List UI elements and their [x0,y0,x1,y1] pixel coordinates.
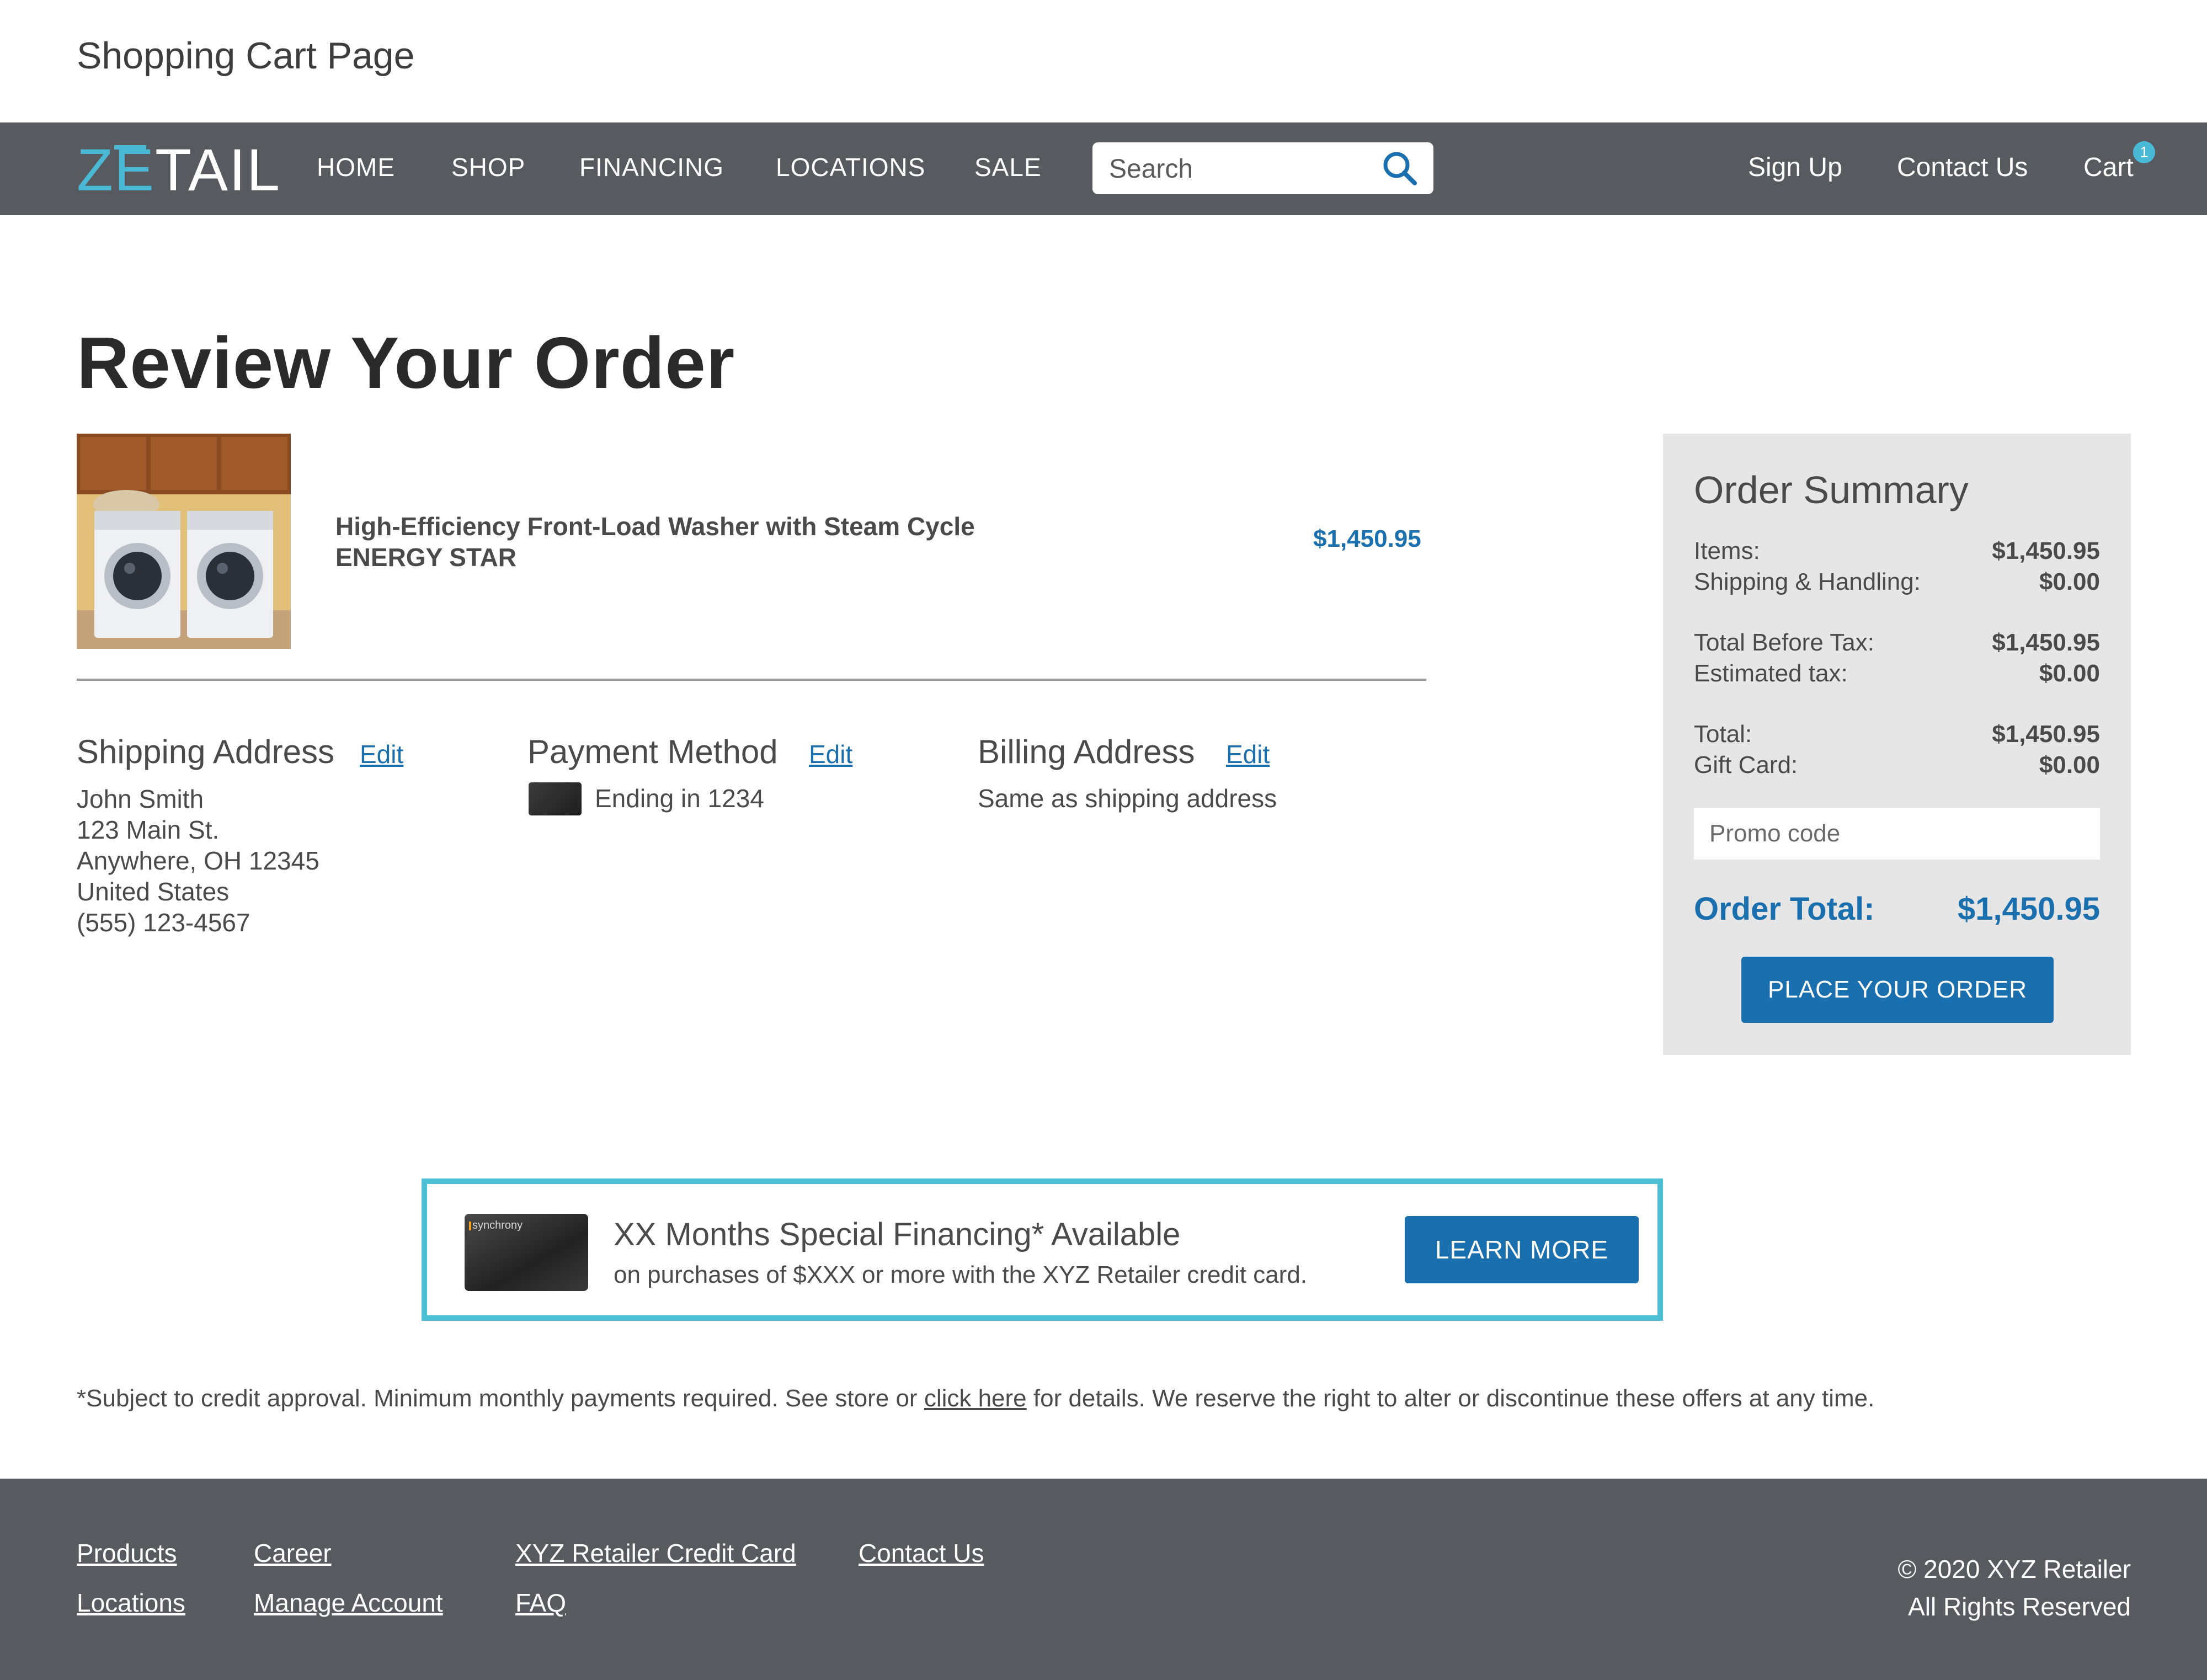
copyright-line1: © 2020 XYZ Retailer [1897,1555,2131,1583]
footer-link-faq[interactable]: FAQ [515,1588,566,1618]
page-label: Shopping Cart Page [77,35,415,77]
summary-row-items: Items: $1,450.95 [1694,537,2100,565]
cart-link[interactable]: Cart [2083,152,2134,183]
summary-value: $0.00 [2039,660,2100,687]
summary-value: $1,450.95 [1992,629,2100,656]
financing-subtitle: on purchases of $XXX or more with the XY… [614,1261,1308,1288]
synchrony-logo-icon [469,1222,471,1230]
summary-value: $1,450.95 [1992,537,2100,564]
summary-label: Total: [1694,721,1752,748]
product-name[interactable]: High-Efficiency Front-Load Washer with S… [335,511,975,573]
footer [0,1479,2207,1680]
page-title: Review Your Order [77,322,735,403]
search-icon[interactable] [1380,149,1419,188]
address-country: United States [77,877,230,906]
address-city: Anywhere, OH 12345 [77,846,319,875]
click-here-link[interactable]: click here [924,1385,1027,1412]
summary-label: Shipping & Handling: [1694,568,1921,595]
payment-edit-link[interactable]: Edit [809,739,852,769]
nav-home[interactable]: HOME [317,152,395,182]
shipping-address-title: Shipping Address [77,733,334,770]
copyright-line2: All Rights Reserved [1908,1592,2131,1621]
footer-link-contact-us[interactable]: Contact Us [859,1538,984,1568]
financing-banner: synchrony XX Months Special Financing* A… [422,1178,1663,1321]
credit-disclaimer: *Subject to credit approval. Minimum mon… [77,1385,1874,1412]
card-brand: synchrony [472,1219,523,1231]
order-total: Order Total: $1,450.95 [1694,890,2100,927]
footer-link-manage-account[interactable]: Manage Account [254,1588,443,1618]
learn-more-button[interactable]: LEARN MORE [1405,1216,1639,1283]
summary-value: $1,450.95 [1992,721,2100,748]
shipping-edit-link[interactable]: Edit [360,739,403,769]
cart-count-badge: 1 [2133,141,2155,163]
nav-sale[interactable]: SALE [974,152,1042,182]
summary-row-estimated-tax: Estimated tax: $0.00 [1694,660,2100,687]
footer-link-products[interactable]: Products [77,1538,177,1568]
search-input[interactable] [1108,142,1364,195]
summary-row-total: Total: $1,450.95 [1694,721,2100,748]
logo-part2: TAIL [155,136,281,203]
promo-code-input[interactable] [1694,808,2100,860]
logo[interactable]: ZETAIL [77,140,281,200]
summary-value: $0.00 [2039,568,2100,595]
payment-card-ending: Ending in 1234 [595,784,764,813]
summary-row-total-before-tax: Total Before Tax: $1,450.95 [1694,629,2100,657]
order-summary-panel: Order Summary Items: $1,450.95 Shipping … [1663,434,2131,1055]
copyright: © 2020 XYZ Retailer All Rights Reserved [1897,1550,2131,1625]
summary-label: Total Before Tax: [1694,629,1874,656]
payment-method-title: Payment Method [527,733,778,770]
summary-value: $0.00 [2039,751,2100,778]
disclaimer-text-before: *Subject to credit approval. Minimum mon… [77,1385,924,1412]
search-box [1092,142,1433,195]
address-name: John Smith [77,785,204,813]
contact-us-link[interactable]: Contact Us [1897,152,2028,183]
order-total-value: $1,450.95 [1957,891,2100,927]
nav-locations[interactable]: LOCATIONS [776,152,925,182]
logo-bar [114,145,146,150]
summary-row-gift-card: Gift Card: $0.00 [1694,751,2100,779]
summary-label: Gift Card: [1694,751,1798,778]
address-phone: (555) 123-4567 [77,908,250,937]
order-summary-title: Order Summary [1694,468,1969,511]
order-total-label: Order Total: [1694,891,1875,927]
shipping-address: John Smith 123 Main St. Anywhere, OH 123… [77,783,319,938]
billing-edit-link[interactable]: Edit [1226,739,1270,769]
billing-address-text: Same as shipping address [978,784,1277,813]
nav-financing[interactable]: FINANCING [579,152,724,182]
sign-up-link[interactable]: Sign Up [1748,152,1842,183]
footer-link-credit-card[interactable]: XYZ Retailer Credit Card [515,1538,796,1568]
divider [77,679,1426,681]
summary-row-shipping: Shipping & Handling: $0.00 [1694,568,2100,596]
product-image[interactable] [77,434,291,649]
footer-link-career[interactable]: Career [254,1538,332,1568]
summary-label: Items: [1694,537,1760,564]
financing-title: XX Months Special Financing* Available [614,1217,1181,1252]
disclaimer-text-after: for details. We reserve the right to alt… [1026,1385,1875,1412]
summary-label: Estimated tax: [1694,660,1848,687]
address-street: 123 Main St. [77,815,220,844]
credit-card-icon [529,782,582,815]
product-name-line1: High-Efficiency Front-Load Washer with S… [335,512,975,541]
billing-address-title: Billing Address [978,733,1195,770]
synchrony-card-image: synchrony [465,1214,588,1291]
footer-link-locations[interactable]: Locations [77,1588,185,1618]
product-name-line2: ENERGY STAR [335,543,517,572]
product-price: $1,450.95 [1313,525,1421,552]
nav-shop[interactable]: SHOP [451,152,525,182]
place-order-button[interactable]: PLACE YOUR ORDER [1741,957,2054,1023]
